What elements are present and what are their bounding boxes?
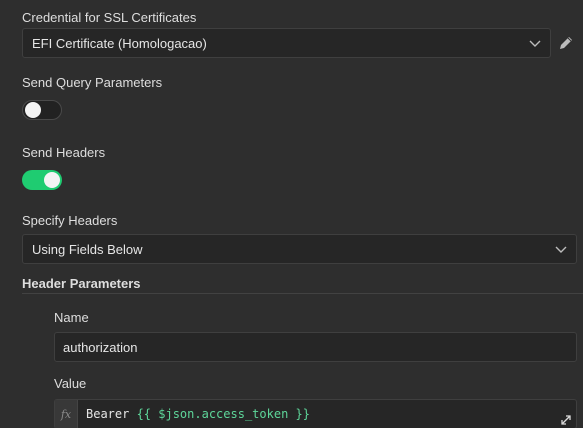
specify-headers-label: Specify Headers: [22, 213, 118, 228]
chevron-down-icon: [529, 40, 541, 47]
pencil-icon[interactable]: [558, 35, 574, 51]
ssl-credential-label: Credential for SSL Certificates: [22, 10, 197, 25]
send-headers-label: Send Headers: [22, 145, 106, 160]
ssl-credential-select[interactable]: EFI Certificate (Homologacao): [22, 28, 551, 58]
header-value-plain: Bearer: [86, 407, 137, 421]
expand-icon[interactable]: [560, 414, 572, 426]
chevron-down-icon: [555, 246, 567, 253]
header-parameters-title: Header Parameters: [22, 276, 141, 291]
header-value-label: Value: [54, 376, 87, 391]
header-name-label: Name: [54, 310, 89, 325]
header-name-input[interactable]: authorization: [54, 332, 577, 362]
section-divider: [22, 293, 583, 294]
header-name-value: authorization: [63, 339, 138, 355]
specify-headers-value: Using Fields Below: [32, 241, 143, 257]
ssl-credential-value: EFI Certificate (Homologacao): [32, 35, 207, 51]
send-headers-toggle[interactable]: [22, 170, 62, 190]
header-value-code: Bearer {{ $json.access_token }}: [86, 407, 310, 421]
header-value-expression-input[interactable]: fx Bearer {{ $json.access_token }}: [54, 399, 577, 428]
fx-icon: fx: [55, 400, 78, 428]
toggle-knob: [25, 102, 41, 118]
toggle-knob: [44, 172, 60, 188]
node-parameters-panel: Credential for SSL Certificates EFI Cert…: [0, 0, 583, 428]
send-query-parameters-label: Send Query Parameters: [22, 75, 163, 90]
specify-headers-select[interactable]: Using Fields Below: [22, 234, 577, 264]
send-query-parameters-toggle[interactable]: [22, 100, 62, 120]
header-value-expression: {{ $json.access_token }}: [136, 407, 310, 421]
